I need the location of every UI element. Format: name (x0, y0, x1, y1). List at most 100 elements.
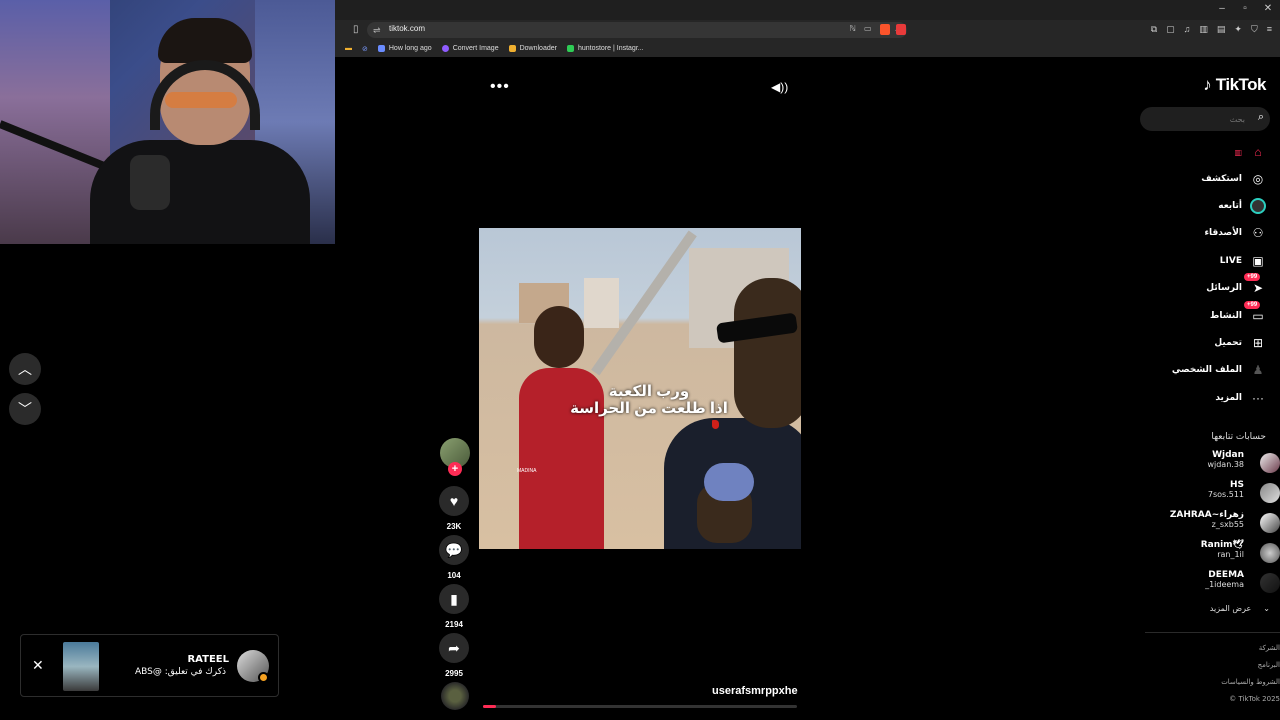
sidebar-item-more[interactable]: المزيد ··· (1215, 388, 1266, 408)
menu-icon[interactable]: ≡ (1267, 24, 1272, 35)
video-author-username[interactable]: userafsmrppxhe (712, 685, 798, 697)
compass-icon: ◎ (1252, 172, 1264, 186)
site-info-icon[interactable]: ⇌ (373, 25, 381, 36)
sidebar-item-live[interactable]: LIVE ▣ (1220, 251, 1266, 271)
next-video-button[interactable]: ﹀ (9, 393, 41, 425)
footer-program-link[interactable]: البرنامج (1258, 661, 1280, 669)
like-button[interactable]: ♥ 23K (439, 486, 469, 531)
video-progress-bar[interactable] (483, 705, 797, 708)
progress-fill (483, 705, 496, 708)
cast-icon[interactable]: ▭ (864, 24, 872, 33)
search-icon[interactable]: ⌕ (1258, 111, 1264, 124)
sidebar-item-friends[interactable]: الأصدقاء ⚇ (1204, 223, 1266, 243)
close-window-button[interactable]: ✕ (1261, 3, 1275, 14)
bookmark-icon: ▮ (450, 590, 458, 607)
sidebar-item-upload[interactable]: تحميل ⊞ (1214, 333, 1266, 353)
like-count: 23K (446, 522, 462, 531)
footer-terms-link[interactable]: الشروط والسياسات (1221, 678, 1280, 686)
bookmark-convert-image[interactable]: Convert Image (441, 45, 499, 52)
avatar (1260, 513, 1280, 533)
following-account[interactable]: Wjdan wjdan.38 (1135, 450, 1280, 478)
reader-icon[interactable]: ℕ (850, 24, 856, 33)
url-field[interactable]: ⇌ tiktok.com ℕ ▭ ⊕ ↗ (367, 22, 907, 38)
tiktok-note-icon: ♪ (1203, 75, 1212, 94)
previous-video-button[interactable]: ︿ (9, 353, 41, 385)
following-accounts-header: حسابات تتابعها (1211, 432, 1266, 442)
chevron-down-icon: ⌄ (1263, 604, 1270, 613)
following-account[interactable]: DEEMA _1ideema (1135, 570, 1280, 598)
window-titlebar: – ▫ ✕ (335, 0, 1280, 20)
friends-icon: ⚇ (1252, 226, 1264, 240)
bookmark-icon[interactable]: ▯ (353, 24, 359, 35)
chevron-up-icon: ︿ (18, 361, 32, 377)
more-options-icon[interactable]: ••• (490, 78, 510, 96)
browser-chrome: – ▫ ✕ ▯ ⇌ tiktok.com ℕ ▭ ⊕ ↗ ⧉ ▢ ♫ ▥ ▤ ✦… (335, 0, 1280, 57)
video-thumbnail[interactable] (63, 642, 99, 691)
bookmark-link-icon[interactable]: ⊘ (362, 45, 368, 53)
comment-icon: 💬 (445, 541, 463, 558)
comment-button[interactable]: 💬 104 (439, 535, 469, 580)
tiktok-logo[interactable]: ♪ TikTok (1203, 75, 1266, 95)
bookmark-folder-icon[interactable]: ▬ (345, 45, 352, 52)
brave-shield-icon[interactable] (880, 24, 890, 35)
messages-badge: +99 (1244, 273, 1261, 281)
avatar (1260, 453, 1280, 473)
sidebar: ♪ TikTok ⌕ ▥ ⌂ استكشف ◎ أتابعه الأصدقاء … (1135, 57, 1280, 720)
bookmark-huntostore[interactable]: huntostore | Instagr... (566, 45, 644, 52)
vpn-icon[interactable]: ⛉ (1251, 24, 1258, 35)
close-icon[interactable]: ✕ (32, 657, 44, 674)
follow-plus-icon[interactable]: + (448, 462, 462, 476)
upload-icon: ⊞ (1252, 336, 1264, 350)
mouse-cursor-icon (712, 420, 719, 429)
live-icon: ▣ (1252, 254, 1264, 268)
bookmarks-bar: ▬ ⊘ How long ago Convert Image Downloade… (335, 40, 1280, 57)
search-box[interactable]: ⌕ (1140, 107, 1270, 131)
heart-icon: ♥ (449, 493, 459, 509)
avatar (1260, 573, 1280, 593)
extension-icon[interactable]: ⧉ (1151, 24, 1157, 35)
see-more-button[interactable]: عرض المزيد ⌄ (1210, 604, 1270, 613)
sidebar-item-following[interactable]: أتابعه (1218, 196, 1266, 216)
extension-icon[interactable]: ▢ (1166, 24, 1175, 35)
share-button[interactable]: ➦ 2995 (439, 633, 469, 678)
avatar (1260, 543, 1280, 563)
chevron-down-icon: ﹀ (18, 401, 32, 417)
more-icon: ··· (1252, 391, 1264, 405)
profile-icon: ♟ (1252, 363, 1264, 377)
share-arrow-icon: ➦ (448, 639, 460, 656)
minimize-button[interactable]: – (1215, 3, 1229, 14)
following-account[interactable]: HS 7sos.511 (1135, 480, 1280, 508)
video-player[interactable]: ورب الكعبة اذا طلعت من الحراسة MADINA (479, 228, 801, 549)
bookmark-downloader[interactable]: Downloader (508, 45, 557, 52)
music-icon[interactable]: ♫ (1184, 24, 1191, 35)
shirt-tag-text: MADINA (517, 468, 537, 474)
mention-notification[interactable]: ✕ RATEEL ذكرك في تعليق: @ABS (20, 634, 279, 697)
url-text[interactable]: tiktok.com (389, 24, 425, 33)
sidebar-item-activity[interactable]: النشاط ▭ +99 (1210, 301, 1266, 326)
save-button[interactable]: ▮ 2194 (439, 584, 469, 629)
sidebar-item-messages[interactable]: الرسائل ➤ +99 (1206, 273, 1266, 298)
avatar (1260, 483, 1280, 503)
bookmark-how-long-ago[interactable]: How long ago (377, 45, 432, 52)
brave-rewards-icon[interactable] (896, 24, 906, 35)
extensions-icon[interactable]: ✦ (1234, 24, 1242, 35)
search-input[interactable] (1150, 111, 1245, 127)
home-icon: ⌂ (1254, 145, 1262, 159)
notification-message: ذكرك في تعليق: @ABS (134, 667, 226, 677)
music-disc-icon[interactable] (441, 682, 469, 710)
following-avatar-icon (1250, 198, 1266, 214)
sidebar-toggle-icon[interactable]: ▥ (1199, 24, 1208, 35)
footer-company-link[interactable]: الشركة (1259, 644, 1280, 652)
sidebar-item-explore[interactable]: استكشف ◎ (1201, 169, 1266, 189)
video-caption: ورب الكعبة اذا طلعت من الحراسة (570, 383, 728, 417)
wallet-icon[interactable]: ▤ (1217, 24, 1226, 35)
volume-icon[interactable]: ◀)) (771, 80, 788, 94)
activity-badge: +99 (1244, 301, 1261, 309)
following-account[interactable]: ZAHRAA~زهراء z_sxb55 (1135, 510, 1280, 538)
following-account[interactable]: Ranim🕊 ran_1il (1135, 540, 1280, 568)
save-count: 2194 (445, 620, 463, 629)
sidebar-item-home[interactable]: ▥ ⌂ (1234, 142, 1266, 162)
maximize-button[interactable]: ▫ (1238, 3, 1252, 14)
sidebar-item-profile[interactable]: الملف الشخصي ♟ (1172, 360, 1266, 380)
address-bar-row: ▯ ⇌ tiktok.com ℕ ▭ ⊕ ↗ ⧉ ▢ ♫ ▥ ▤ ✦ ⛉ ≡ (335, 20, 1280, 40)
